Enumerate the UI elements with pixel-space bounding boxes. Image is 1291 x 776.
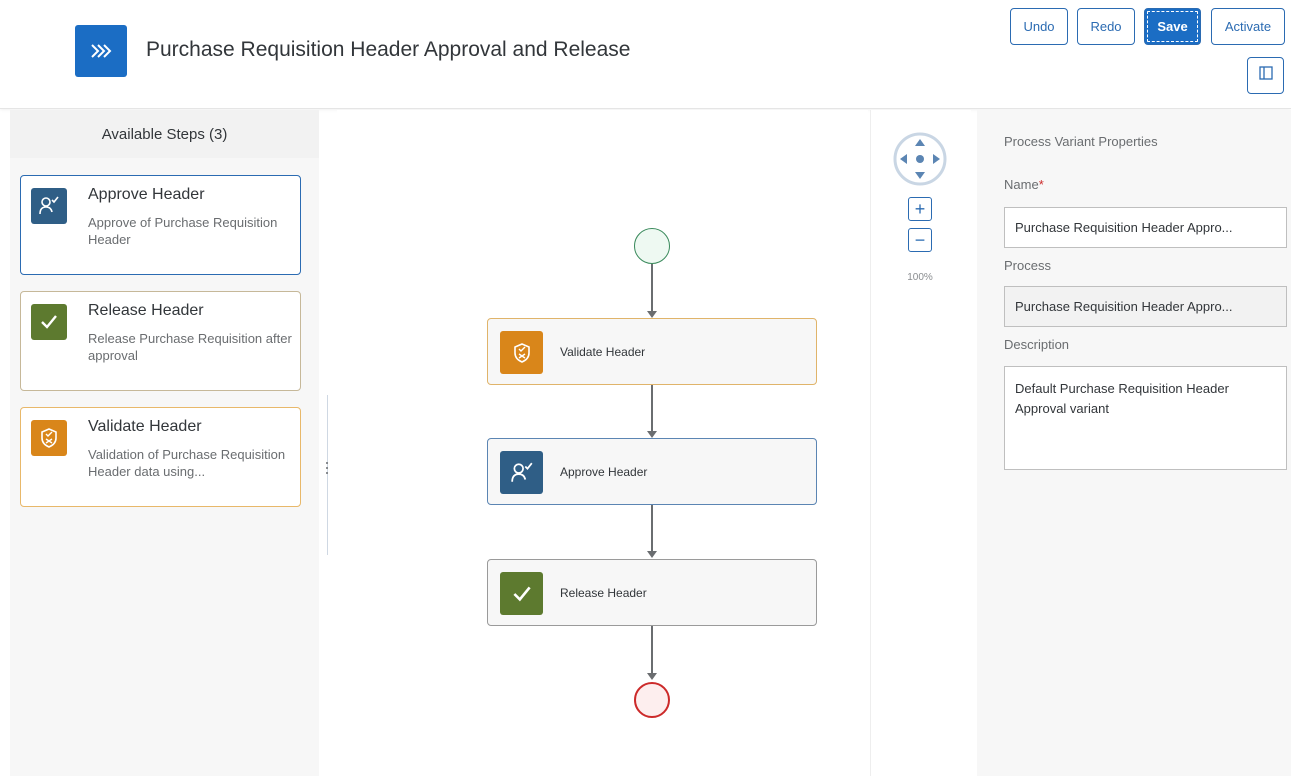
- properties-title: Process Variant Properties: [1004, 134, 1158, 149]
- available-steps-title: Available Steps (3): [10, 110, 319, 158]
- name-field[interactable]: Purchase Requisition Header Appro...: [1004, 207, 1287, 248]
- available-steps-panel: Available Steps (3) Approve Header Appro…: [10, 110, 319, 776]
- process-label: Process: [1004, 258, 1051, 273]
- zoom-level: 100%: [907, 272, 933, 283]
- step-card-release-header[interactable]: Release Header Release Purchase Requisit…: [20, 291, 301, 391]
- shield-validate-icon: [31, 420, 67, 456]
- process-field[interactable]: Purchase Requisition Header Appro...: [1004, 286, 1287, 327]
- canvas-node-approve-header[interactable]: Approve Header: [487, 438, 817, 505]
- step-description: Approve of Purchase Requisition Header: [88, 215, 278, 247]
- minus-icon: −: [914, 230, 926, 250]
- plus-icon: +: [914, 199, 926, 219]
- checkmark-icon: [500, 572, 543, 615]
- splitter-grip: [326, 462, 328, 464]
- canvas-node-release-header[interactable]: Release Header: [487, 559, 817, 626]
- zoom-in-button[interactable]: +: [908, 197, 932, 221]
- step-description: Validation of Purchase Requisition Heade…: [88, 447, 286, 479]
- app-header: Purchase Requisition Header Approval and…: [0, 0, 1291, 109]
- canvas-node-validate-header[interactable]: Validate Header: [487, 318, 817, 385]
- save-button[interactable]: Save: [1144, 8, 1201, 45]
- zoom-out-button[interactable]: −: [908, 228, 932, 252]
- start-event[interactable]: [634, 228, 670, 264]
- chevrons-right-icon: [75, 25, 127, 77]
- step-card-validate-header[interactable]: Validate Header Validation of Purchase R…: [20, 407, 301, 507]
- pan-control-icon[interactable]: [893, 132, 947, 186]
- left-splitter[interactable]: [327, 395, 328, 555]
- step-title: Validate Header: [88, 418, 202, 435]
- connector-arrow: [647, 673, 657, 680]
- connector-arrow: [647, 551, 657, 558]
- name-label-text: Name: [1004, 177, 1039, 192]
- node-label: Approve Header: [560, 465, 648, 479]
- undo-button[interactable]: Undo: [1010, 8, 1068, 45]
- activate-button[interactable]: Activate: [1211, 8, 1285, 45]
- splitter-grip: [326, 467, 328, 469]
- checkmark-icon: [31, 304, 67, 340]
- connector-arrow: [647, 431, 657, 438]
- description-field[interactable]: Default Purchase Requisition Header Appr…: [1004, 366, 1287, 470]
- connector: [651, 385, 653, 431]
- connector: [651, 626, 653, 674]
- side-panel-icon: [1258, 66, 1273, 85]
- user-approve-icon: [31, 188, 67, 224]
- step-description: Release Purchase Requisition after appro…: [88, 331, 292, 363]
- redo-button[interactable]: Redo: [1077, 8, 1135, 45]
- end-event[interactable]: [634, 682, 670, 718]
- page-title: Purchase Requisition Header Approval and…: [146, 38, 631, 61]
- step-card-approve-header[interactable]: Approve Header Approve of Purchase Requi…: [20, 175, 301, 275]
- description-label: Description: [1004, 337, 1070, 352]
- node-label: Validate Header: [560, 345, 646, 359]
- step-title: Approve Header: [88, 186, 205, 203]
- shield-validate-icon: [500, 331, 543, 374]
- connector: [651, 264, 653, 312]
- user-approve-icon: [500, 451, 543, 494]
- connector-arrow: [647, 311, 657, 318]
- connector: [651, 505, 653, 551]
- name-label: Name*: [1004, 177, 1044, 192]
- step-title: Release Header: [88, 302, 204, 319]
- required-marker: *: [1038, 177, 1044, 192]
- toggle-side-panel-button[interactable]: [1247, 57, 1284, 94]
- node-label: Release Header: [560, 586, 647, 600]
- splitter-grip: [326, 472, 328, 474]
